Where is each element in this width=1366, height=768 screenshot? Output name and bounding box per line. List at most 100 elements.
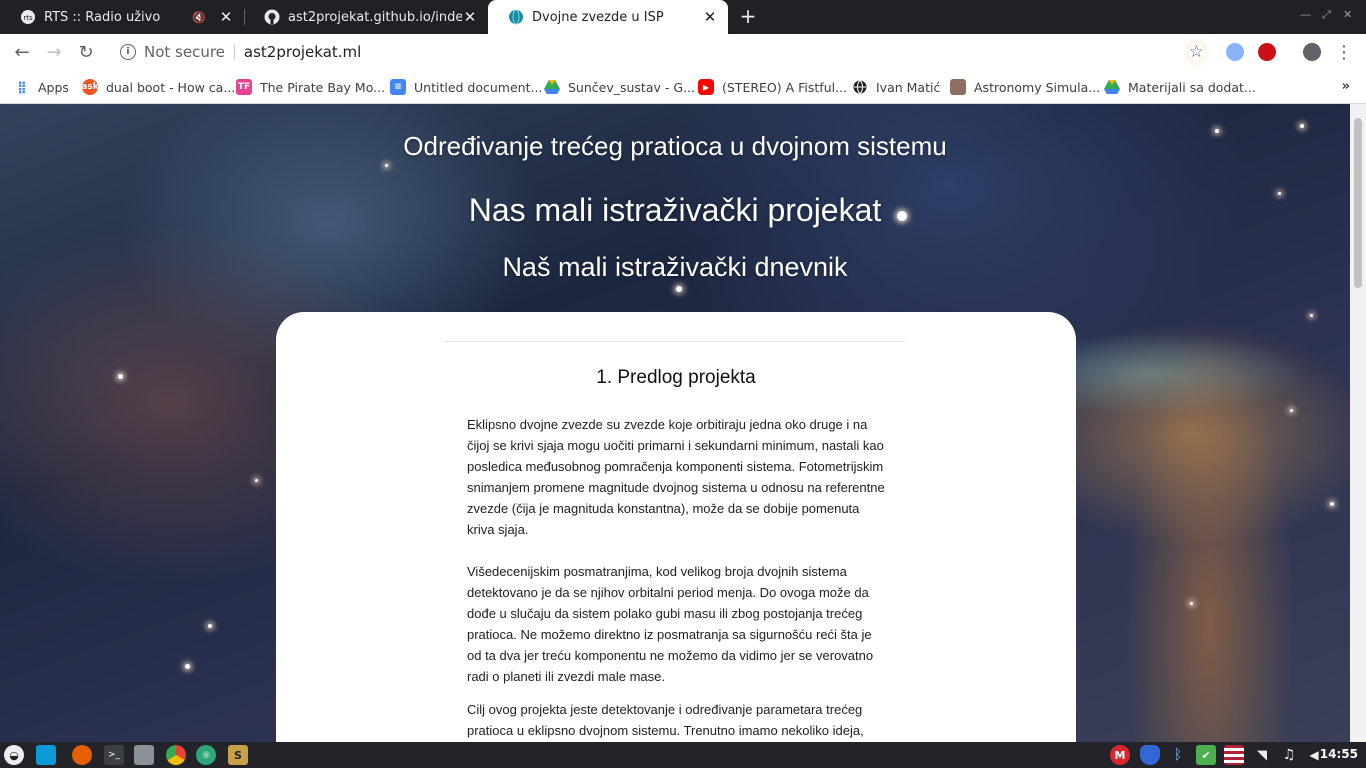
forward-arrow-icon[interactable]: → bbox=[42, 40, 66, 64]
tab-rts-radio[interactable]: rts RTS :: Radio uživo 🔇 ✕ bbox=[0, 0, 244, 34]
globe-icon bbox=[852, 79, 868, 95]
address-bar[interactable]: i Not secure ast2projekat.ml ☆ bbox=[108, 38, 1220, 66]
tab-github[interactable]: ast2projekat.github.io/index.htm ✕ bbox=[244, 0, 488, 34]
music-icon[interactable]: ♫ bbox=[1279, 745, 1299, 765]
bookmark-label: Untitled document... bbox=[414, 79, 543, 95]
shield-icon[interactable] bbox=[1140, 745, 1160, 765]
wifi-icon[interactable]: ◥ bbox=[1252, 745, 1272, 765]
drive-icon bbox=[1104, 79, 1120, 95]
scrollbar-thumb[interactable] bbox=[1354, 118, 1362, 288]
bookmark-label: (STEREO) A Fistful... bbox=[722, 79, 848, 95]
avatar[interactable] bbox=[1303, 43, 1321, 61]
bookmark-label: Sunčev_sustav - G... bbox=[568, 79, 695, 95]
page-heading-secondary: Nas mali istraživački projekat bbox=[468, 192, 882, 228]
reload-icon[interactable]: ↻ bbox=[74, 40, 98, 64]
paragraph: Višedecenijskim posmatranjima, kod velik… bbox=[467, 564, 874, 684]
launcher-icon[interactable]: ◒ bbox=[4, 745, 24, 765]
bookmark-star-icon[interactable]: ☆ bbox=[1188, 42, 1204, 62]
tab-strip: rts RTS :: Radio uživo 🔇 ✕ ast2projekat.… bbox=[0, 0, 1366, 34]
background-star bbox=[118, 374, 123, 379]
keyboard-layout-flag-icon[interactable] bbox=[1224, 745, 1244, 765]
url-text[interactable]: ast2projekat.ml bbox=[244, 43, 361, 61]
sublime-icon[interactable]: S bbox=[228, 745, 248, 765]
back-arrow-icon[interactable]: ← bbox=[10, 40, 34, 64]
background-star bbox=[385, 164, 388, 167]
bookmark-suncev-sustav[interactable]: Sunčev_sustav - G... bbox=[544, 77, 695, 97]
extension-blue-icon[interactable] bbox=[1226, 43, 1244, 61]
paragraph: Eklipsno dvojne zvezde su zvezde koje or… bbox=[467, 417, 885, 537]
background-star bbox=[255, 479, 258, 482]
bluetooth-icon[interactable]: ᛒ bbox=[1168, 745, 1188, 765]
svg-text:rts: rts bbox=[23, 14, 33, 22]
clock[interactable]: 14:55 bbox=[1320, 747, 1358, 761]
bookmark-untitled-document[interactable]: ≡ Untitled document... bbox=[390, 77, 542, 97]
github-icon bbox=[264, 9, 280, 25]
tf-icon: TF bbox=[236, 79, 252, 95]
section-title: 1. Predlog projekta bbox=[596, 367, 756, 388]
update-check-icon[interactable]: ✔ bbox=[1196, 745, 1216, 765]
new-tab-button[interactable]: + bbox=[737, 5, 759, 27]
files-icon[interactable] bbox=[134, 745, 154, 765]
page-viewport: Određivanje trećeg pratioca u dvojnom si… bbox=[0, 104, 1366, 742]
background-star bbox=[1300, 124, 1304, 128]
bookmark-label: Astronomy Simula... bbox=[974, 79, 1101, 95]
youtube-icon: ▶ bbox=[698, 79, 714, 95]
astronomy-icon bbox=[950, 79, 966, 95]
background-star bbox=[676, 286, 682, 292]
bookmark-label: Ivan Matić bbox=[876, 79, 941, 95]
bookmark-stereo-fistful[interactable]: ▶ (STEREO) A Fistful... bbox=[698, 77, 847, 97]
page-heading-primary: Određivanje trećeg pratioca u dvojnom si… bbox=[403, 131, 947, 161]
os-taskbar: ◒ >_ ⚛ S M ᛒ ✔ ◥ ♫ ◀ 14:55 bbox=[0, 742, 1366, 768]
bookmark-ivan-matic[interactable]: Ivan Matić bbox=[852, 77, 940, 97]
chrome-icon[interactable] bbox=[166, 745, 186, 765]
restore-icon[interactable]: ⤢ bbox=[1322, 8, 1331, 22]
rts-icon: rts bbox=[20, 9, 36, 25]
close-window-icon[interactable]: ✕ bbox=[1343, 8, 1352, 21]
desktop-icon[interactable] bbox=[36, 745, 56, 765]
background-star bbox=[208, 624, 212, 628]
bookmark-label: dual boot - How ca... bbox=[106, 79, 236, 95]
bookmark-label: Materijali sa dodat... bbox=[1128, 79, 1256, 95]
firefox-icon[interactable] bbox=[72, 745, 92, 765]
opera-icon[interactable] bbox=[1258, 43, 1276, 61]
vertical-scrollbar[interactable] bbox=[1350, 104, 1366, 742]
terminal-icon[interactable]: >_ bbox=[104, 745, 124, 765]
drive-icon bbox=[544, 79, 560, 95]
speaker-muted-icon[interactable]: 🔇 bbox=[192, 11, 206, 24]
close-tab-icon[interactable]: ✕ bbox=[218, 8, 234, 26]
bookmarks-bar: ⣿ Apps ask dual boot - How ca... TF The … bbox=[0, 70, 1366, 104]
mega-icon[interactable]: M bbox=[1110, 745, 1130, 765]
bookmarks-overflow-icon[interactable]: » bbox=[1342, 79, 1350, 94]
background-star bbox=[1190, 602, 1193, 605]
bookmark-materijali[interactable]: Materijali sa dodat... bbox=[1104, 77, 1256, 97]
askubuntu-icon: ask bbox=[81, 79, 99, 95]
menu-kebab-icon[interactable]: ⋮ bbox=[1332, 40, 1356, 64]
paragraph: Cilj ovog projekta jeste detektovanje i … bbox=[467, 702, 864, 738]
tab-title: ast2projekat.github.io/index.htm bbox=[288, 9, 462, 25]
globe-icon bbox=[508, 9, 524, 25]
bookmark-pirate-bay[interactable]: TF The Pirate Bay Mo... bbox=[236, 77, 385, 97]
background-star bbox=[1290, 409, 1293, 412]
minimize-icon[interactable]: — bbox=[1300, 8, 1311, 21]
browser-toolbar: ← → ↻ i Not secure ast2projekat.ml ☆ ⋮ bbox=[0, 34, 1366, 70]
tab-dvojne-zvezde[interactable]: Dvojne zvezde u ISP ✕ bbox=[488, 0, 728, 34]
security-label: Not secure bbox=[144, 43, 225, 61]
apps-grid-icon: ⣿ bbox=[17, 80, 27, 94]
background-star bbox=[1330, 502, 1334, 506]
bookmark-label: Apps bbox=[38, 79, 69, 95]
bookmark-label: The Pirate Bay Mo... bbox=[260, 79, 386, 95]
bookmark-dual-boot[interactable]: ask dual boot - How ca... bbox=[81, 77, 236, 97]
content-card: 1. Predlog projekta Eklipsno dvojne zvez… bbox=[276, 312, 1076, 742]
background-star bbox=[185, 664, 190, 669]
info-icon[interactable]: i bbox=[120, 44, 136, 60]
tab-title: RTS :: Radio uživo bbox=[44, 9, 161, 25]
atom-icon[interactable]: ⚛ bbox=[196, 745, 216, 765]
bookmark-astronomy-simulation[interactable]: Astronomy Simula... bbox=[950, 77, 1100, 97]
close-tab-icon[interactable]: ✕ bbox=[462, 8, 478, 26]
page-heading-tertiary: Naš mali istraživački dnevnik bbox=[502, 252, 848, 282]
bookmark-apps[interactable]: ⣿ Apps bbox=[14, 77, 69, 97]
docs-icon: ≡ bbox=[390, 79, 406, 95]
close-tab-icon[interactable]: ✕ bbox=[702, 8, 718, 26]
background-star bbox=[1310, 314, 1313, 317]
tab-title: Dvojne zvezde u ISP bbox=[532, 9, 664, 25]
